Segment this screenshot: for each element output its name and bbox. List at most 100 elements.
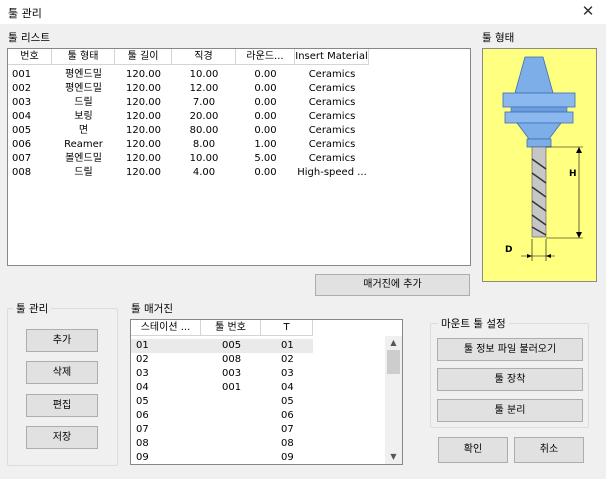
tool-list-cell: 006	[12, 139, 32, 150]
tool-list-cell: 12.00	[189, 83, 219, 94]
tool-list-column-header[interactable]: 툴 형태	[52, 49, 115, 65]
magazine-cell: 02	[281, 354, 294, 365]
magazine-row[interactable]: 05 05	[131, 395, 313, 409]
tool-list-cell: 0.00	[254, 69, 277, 80]
magazine-cell	[222, 409, 272, 423]
magazine-row[interactable]: 07 07	[131, 423, 313, 437]
magazine-cell: 06	[281, 410, 294, 421]
tool-list-cell: 003	[12, 97, 32, 108]
scroll-up-icon[interactable]: ▲	[385, 337, 402, 349]
tool-holder-nut	[526, 138, 552, 148]
tool-list-cell: 0.00	[254, 111, 277, 122]
tool-list-cell: 120.00	[126, 97, 161, 108]
magazine-row[interactable]: 08 08	[131, 437, 313, 451]
tool-list-cell: Ceramics	[308, 153, 356, 164]
tool-list-cell: 20.00	[189, 111, 219, 122]
close-icon[interactable]: ✕	[574, 1, 602, 21]
magazine-column-header[interactable]: T	[261, 320, 313, 336]
tool-list-cell: 80.00	[189, 125, 219, 136]
tool-management-label: 툴 관리	[13, 301, 52, 316]
tool-list[interactable]: 번호 툴 형태 툴 길이 직경 라운드... Insert Material 001 평엔드밀…	[7, 48, 471, 266]
magazine-cell: 003	[222, 368, 242, 379]
tool-list-cell: 8.00	[192, 139, 216, 150]
magazine-cell: 04	[136, 382, 149, 393]
add-to-magazine-button[interactable]: 매거진에 추가	[315, 274, 470, 296]
tool-list-cell: 002	[12, 83, 32, 94]
save-tool-button[interactable]: 저장	[26, 426, 98, 449]
magazine-cell: 01	[136, 340, 149, 351]
mount-tool-button[interactable]: 툴 장착	[437, 368, 583, 391]
tool-list-column-header[interactable]: 직경	[172, 49, 236, 65]
dimension-d-label: D	[505, 245, 512, 255]
tool-list-column-header[interactable]: Insert Material	[295, 49, 369, 65]
tool-list-label: 툴 리스트	[8, 32, 50, 44]
cancel-button[interactable]: 취소	[514, 437, 584, 463]
tool-list-column-header[interactable]: 번호	[8, 49, 52, 65]
magazine-cell	[222, 395, 272, 409]
magazine-cell: 001	[222, 382, 242, 393]
ok-button[interactable]: 확인	[438, 437, 508, 463]
scrollbar-thumb[interactable]	[387, 350, 400, 374]
tool-list-cell: 드릴	[74, 167, 93, 178]
magazine-cell: 08	[136, 438, 149, 449]
tool-list-cell: 4.00	[192, 167, 216, 178]
magazine-cell: 02	[136, 354, 149, 365]
tool-list-cell: Ceramics	[308, 139, 356, 150]
tool-list-cell: 0.00	[254, 97, 277, 108]
add-tool-button[interactable]: 추가	[26, 329, 98, 352]
tool-list-cell: 드릴	[74, 97, 93, 108]
tool-list-cell: 0.00	[254, 83, 277, 94]
tool-list-row[interactable]: 005 면 120.00 80.00 0.00 Ceramics	[8, 124, 369, 138]
magazine-row[interactable]: 04 001 04	[131, 381, 313, 395]
tool-list-cell: 120.00	[126, 111, 161, 122]
tool-holder-flange	[502, 92, 576, 108]
tool-shape-label: 툴 형태	[482, 32, 515, 44]
tool-list-cell: 평엔드밀	[65, 69, 102, 80]
load-tool-info-button[interactable]: 툴 정보 파일 불러오기	[437, 338, 583, 361]
magazine-row[interactable]: 01 005 01	[131, 339, 313, 353]
tool-list-column-header[interactable]: 라운드...	[236, 49, 295, 65]
tool-holder-taper	[514, 56, 554, 94]
tool-magazine-label: 툴 매거진	[131, 303, 173, 315]
magazine-cell: 005	[222, 340, 242, 351]
magazine-cell	[222, 437, 272, 451]
tool-list-cell: High-speed ...	[297, 167, 367, 178]
magazine-row[interactable]: 06 06	[131, 409, 313, 423]
tool-list-cell: 10.00	[189, 153, 219, 164]
tool-list-row[interactable]: 004 보링 120.00 20.00 0.00 Ceramics	[8, 110, 369, 124]
tool-list-cell: Ceramics	[308, 125, 356, 136]
magazine-cell	[222, 423, 272, 437]
tool-list-cell: 120.00	[126, 139, 161, 150]
tool-list-cell: 005	[12, 125, 32, 136]
tool-list-column-header[interactable]: 툴 길이	[115, 49, 172, 65]
magazine-cell: 008	[222, 354, 242, 365]
tool-list-row[interactable]: 007 볼엔드밀 120.00 10.00 5.00 Ceramics	[8, 152, 369, 166]
tool-magazine-list[interactable]: 스테이션 ... 툴 번호 T 01 005 01 02 008 02 03 003 03 04 001 0…	[130, 319, 403, 465]
tool-list-cell: 120.00	[126, 83, 161, 94]
tool-list-cell: 120.00	[126, 125, 161, 136]
magazine-cell: 03	[281, 368, 294, 379]
magazine-cell: 07	[136, 424, 149, 435]
tool-list-cell: 120.00	[126, 167, 161, 178]
detach-tool-button[interactable]: 툴 분리	[437, 399, 583, 422]
tool-list-cell: 004	[12, 111, 32, 122]
magazine-cell: 09	[136, 452, 149, 463]
tool-list-row[interactable]: 006 Reamer 120.00 8.00 1.00 Ceramics	[8, 138, 369, 152]
magazine-column-header[interactable]: 스테이션 ...	[131, 320, 201, 336]
tool-list-row[interactable]: 002 평엔드밀 120.00 12.00 0.00 Ceramics	[8, 82, 369, 96]
magazine-row[interactable]: 03 003 03	[131, 367, 313, 381]
magazine-row[interactable]: 02 008 02	[131, 353, 313, 367]
tool-holder-collar	[504, 111, 574, 124]
tool-list-row[interactable]: 003 드릴 120.00 7.00 0.00 Ceramics	[8, 96, 369, 110]
magazine-column-header[interactable]: 툴 번호	[201, 320, 261, 336]
delete-tool-button[interactable]: 삭제	[26, 361, 98, 384]
tool-list-row[interactable]: 001 평엔드밀 120.00 10.00 0.00 Ceramics	[8, 68, 369, 82]
magazine-cell: 09	[281, 452, 294, 463]
tool-list-row[interactable]: 008 드릴 120.00 4.00 0.00 High-speed ...	[8, 166, 369, 180]
magazine-cell: 06	[136, 410, 149, 421]
magazine-cell: 03	[136, 368, 149, 379]
edit-tool-button[interactable]: 편집	[26, 394, 98, 417]
scroll-down-icon[interactable]: ▼	[385, 451, 402, 463]
magazine-cell: 07	[281, 424, 294, 435]
magazine-row[interactable]: 09 09	[131, 451, 313, 464]
